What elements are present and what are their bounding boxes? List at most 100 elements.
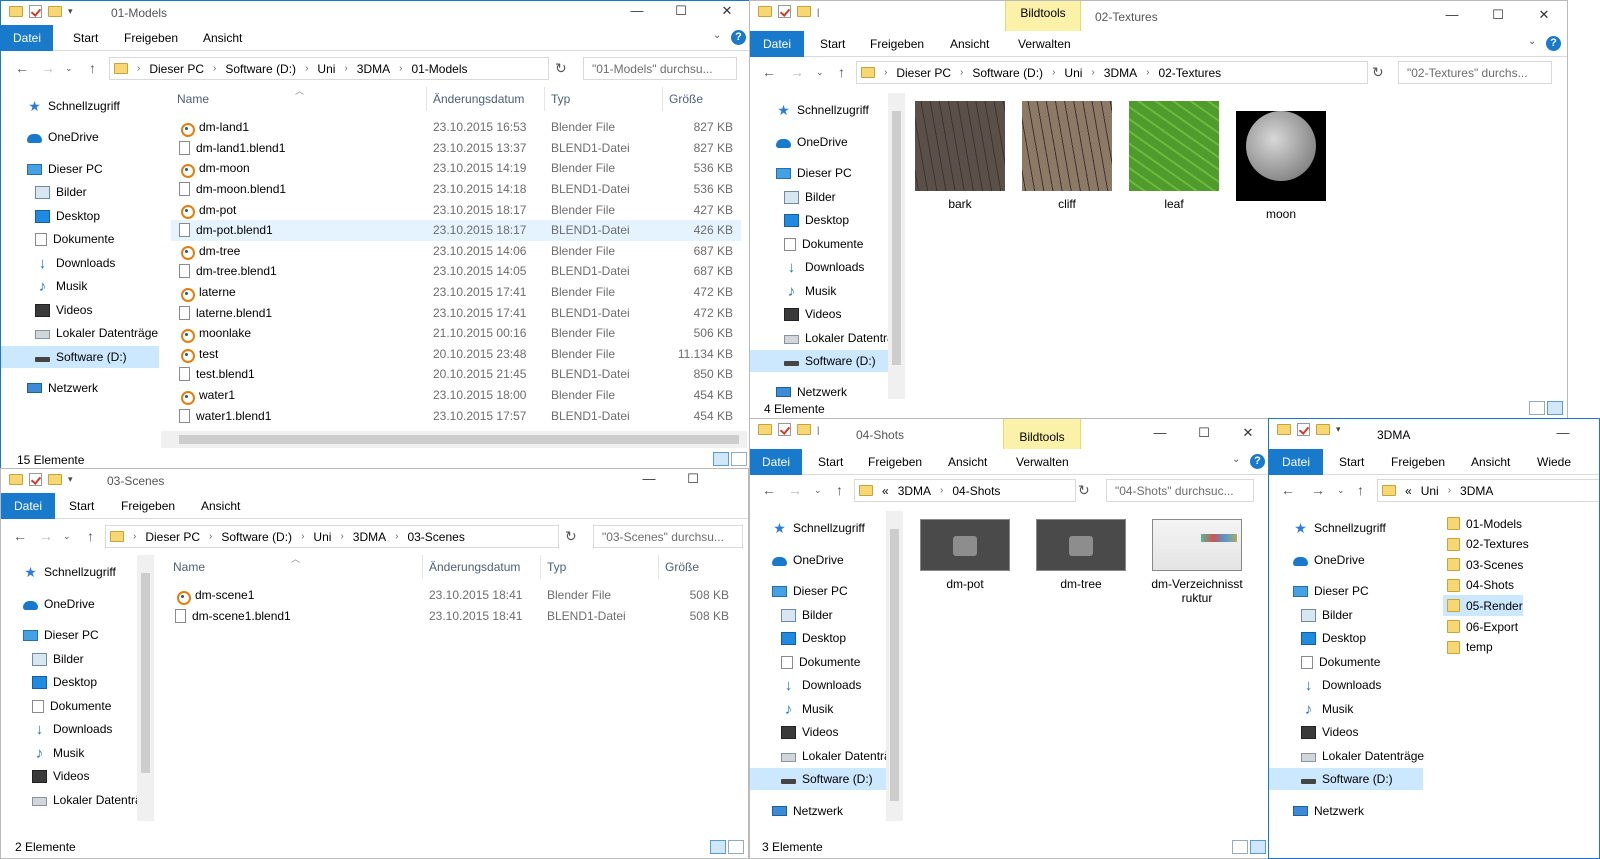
large-icons-view-icon[interactable] [1547, 401, 1563, 415]
nav-lokaler-datentraeger[interactable]: Lokaler Datenträ [750, 327, 888, 349]
folder-item[interactable]: temp [1443, 637, 1493, 658]
recent-chevron-icon[interactable]: ⌄ [1337, 485, 1345, 496]
column-header-name[interactable]: Name [171, 87, 427, 111]
minimize-button[interactable]: — [1432, 7, 1472, 22]
vertical-scrollbar[interactable] [886, 511, 903, 821]
nav-onedrive[interactable]: OneDrive [750, 549, 886, 571]
nav-lokaler-datentraeger[interactable]: Lokaler Datenträger [1269, 745, 1425, 767]
nav-dieser-pc[interactable]: Dieser PC [1, 158, 159, 180]
properties-icon[interactable] [29, 473, 42, 486]
nav-software-d[interactable]: Software (D:) [750, 350, 888, 372]
close-button[interactable]: ✕ [1524, 7, 1564, 23]
breadcrumb-item[interactable]: Uni [317, 62, 335, 76]
chevron-down-icon[interactable]: ⌄ [713, 30, 721, 41]
tab-verwalten[interactable]: Verwalten [1018, 37, 1071, 51]
tab-start[interactable]: Start [820, 37, 845, 51]
search-input[interactable]: "01-Models" durchsu... [583, 57, 737, 80]
tab-ansicht[interactable]: Ansicht [1471, 455, 1510, 469]
address-bar[interactable]: « Uni › 3DMA [1377, 479, 1599, 502]
breadcrumb-item[interactable]: Dieser PC [896, 66, 951, 80]
thumbnail-item[interactable]: dm-pot [910, 519, 1020, 591]
recent-chevron-icon[interactable]: ⌄ [816, 67, 824, 78]
breadcrumb-item[interactable]: Dieser PC [145, 530, 200, 544]
table-row[interactable]: water1 23.10.2015 18:00 Blender File 454 KB [171, 385, 741, 406]
up-icon[interactable]: ↑ [1357, 482, 1364, 498]
tab-datei[interactable]: Datei [1, 493, 55, 519]
back-icon[interactable]: ← [762, 482, 776, 498]
details-view-icon[interactable] [1529, 401, 1545, 415]
breadcrumb-item[interactable]: 03-Scenes [407, 530, 464, 544]
folder-item[interactable]: 06-Export [1443, 616, 1518, 637]
nav-lokaler-datentraeger[interactable]: Lokaler Datenträ [750, 745, 886, 767]
nav-desktop[interactable]: Desktop [750, 627, 886, 649]
nav-dieser-pc[interactable]: Dieser PC [1269, 580, 1425, 602]
nav-netzwerk[interactable]: Netzwerk [750, 800, 886, 821]
maximize-button[interactable]: ☐ [1478, 7, 1518, 23]
breadcrumb-item[interactable]: 3DMA [1460, 484, 1493, 498]
new-folder-icon[interactable] [48, 474, 62, 485]
nav-dieser-pc[interactable]: Dieser PC [750, 162, 888, 184]
table-row[interactable]: test 20.10.2015 23:48 Blender File 11.134 K… [171, 344, 741, 365]
large-icons-view-icon[interactable] [728, 840, 744, 854]
column-header-date[interactable]: Änderungsdatum [427, 87, 545, 111]
nav-dokumente[interactable]: Dokumente [1, 695, 137, 717]
back-icon[interactable]: ← [1281, 482, 1295, 498]
table-row[interactable]: dm-pot.blend1 23.10.2015 18:17 BLEND1-Date… [171, 220, 741, 241]
maximize-button[interactable]: ☐ [661, 3, 701, 19]
breadcrumb-item[interactable]: 01-Models [411, 62, 467, 76]
breadcrumb-item[interactable]: Dieser PC [149, 62, 204, 76]
properties-icon[interactable] [778, 5, 791, 18]
tab-ansicht[interactable]: Ansicht [948, 455, 987, 469]
folder-item[interactable]: 04-Shots [1443, 575, 1514, 596]
table-row[interactable]: dm-land1.blend1 23.10.2015 13:37 BLEND1-Da… [171, 138, 741, 159]
recent-chevron-icon[interactable]: ⌄ [65, 63, 73, 74]
nav-musik[interactable]: ♪ Musik [1, 275, 159, 297]
tab-wiedergeben[interactable]: Wiede [1537, 455, 1571, 469]
nav-schnellzugriff[interactable]: ★ Schnellzugriff [1, 95, 159, 117]
address-bar[interactable]: › Dieser PC › Software (D:) › Uni › 3DMA › 0… [856, 61, 1368, 84]
search-input[interactable]: "03-Scenes" durchsu... [593, 525, 743, 548]
nav-software-d[interactable]: Software (D:) [1269, 768, 1423, 790]
table-row[interactable]: dm-moon.blend1 23.10.2015 14:18 BLEND1-Dat… [171, 179, 741, 200]
details-view-icon[interactable] [1232, 840, 1248, 854]
horizontal-scrollbar[interactable] [161, 431, 747, 448]
tab-freigeben[interactable]: Freigeben [868, 455, 922, 469]
up-icon[interactable]: ↑ [89, 60, 96, 76]
minimize-button[interactable]: — [629, 471, 669, 486]
tab-ansicht[interactable]: Ansicht [201, 499, 240, 513]
nav-bilder[interactable]: Bilder [750, 186, 888, 208]
nav-bilder[interactable]: Bilder [1269, 604, 1425, 626]
folder-item[interactable]: 01-Models [1443, 513, 1522, 534]
tab-datei[interactable]: Datei [1, 25, 53, 51]
nav-dieser-pc[interactable]: Dieser PC [1, 624, 137, 646]
tab-freigeben[interactable]: Freigeben [870, 37, 924, 51]
nav-downloads[interactable]: ↓ Downloads [1269, 674, 1425, 696]
nav-schnellzugriff[interactable]: ★ Schnellzugriff [750, 517, 886, 539]
large-icons-view-icon[interactable] [1250, 840, 1266, 854]
thumbnail-item[interactable]: leaf [1124, 101, 1224, 211]
customize-arrow-icon[interactable]: | [817, 425, 819, 435]
forward-icon[interactable]: → [41, 60, 55, 76]
chevron-down-icon[interactable]: ⌄ [1232, 454, 1240, 465]
breadcrumb-item[interactable]: Software (D:) [225, 62, 296, 76]
recent-chevron-icon[interactable]: ⌄ [63, 531, 71, 542]
forward-icon[interactable]: → [39, 528, 53, 544]
refresh-icon[interactable]: ↻ [565, 528, 577, 545]
nav-desktop[interactable]: Desktop [750, 209, 888, 231]
nav-onedrive[interactable]: OneDrive [1, 593, 137, 615]
maximize-button[interactable]: ☐ [1184, 425, 1224, 441]
nav-dokumente[interactable]: Dokumente [1269, 651, 1425, 673]
back-icon[interactable]: ← [762, 64, 776, 80]
nav-downloads[interactable]: ↓ Downloads [750, 674, 886, 696]
tab-freigeben[interactable]: Freigeben [124, 31, 178, 45]
table-row[interactable]: laterne 23.10.2015 17:41 Blender File 472 K… [171, 282, 741, 303]
folder-item[interactable]: 03-Scenes [1443, 554, 1523, 575]
up-icon[interactable]: ↑ [838, 64, 845, 80]
nav-schnellzugriff[interactable]: ★ Schnellzugriff [1269, 517, 1425, 539]
nav-dokumente[interactable]: Dokumente [750, 233, 888, 255]
close-button[interactable]: ✕ [707, 3, 747, 19]
refresh-icon[interactable]: ↻ [1372, 64, 1384, 81]
large-icons-view-icon[interactable] [731, 452, 747, 466]
address-bar[interactable]: « 3DMA › 04-Shots [854, 479, 1076, 502]
nav-lokaler-datentraeger[interactable]: Lokaler Datenträger [1, 322, 159, 344]
